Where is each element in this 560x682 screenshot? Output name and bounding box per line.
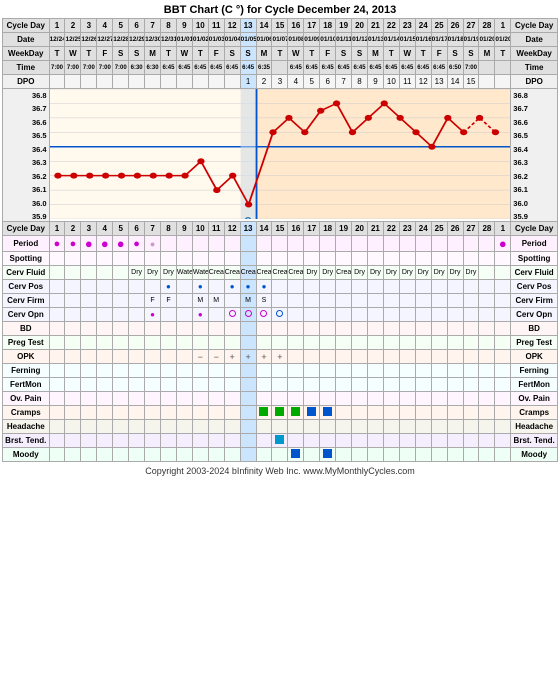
cerv-opn-row: Cerv Opn ● ● Cerv Opn [3, 308, 558, 322]
cerv-firm-row: Cerv Firm F F M M M S Cerv Firm [3, 294, 558, 308]
cerv-fluid-row: Cerv Fluid Dry Dry Dry Watery Watery Cre… [3, 266, 558, 280]
svg-text:OVULATION: OVULATION [243, 217, 253, 219]
temp-chart-row: 36.8 36.7 36.6 36.5 36.4 36.3 36.2 36.1 … [3, 89, 558, 222]
temp-chart-svg: OVULATION [50, 89, 511, 219]
cycle-day-row-bottom: Cycle Day 1234 5678 9101112 13 141516 17… [3, 222, 558, 236]
bbt-table: Cycle Day 1234 5678 9101112 13 141516 17… [2, 18, 558, 462]
time-row: Time 7:007:00 7:007:00 7:006:30 6:306:45… [3, 61, 558, 75]
copyright: Copyright 2003-2024 bInfinity Web Inc. w… [0, 462, 560, 480]
dpo-row: DPO 1 234 5678 9101112 131415 DPO [3, 75, 558, 89]
period-row: Period ● ● ● ● ● ● ● ● Period [3, 236, 558, 252]
ovpain-row: Ov. Pain Ov. Pain [3, 392, 558, 406]
chart-container: Cycle Day 1234 5678 9101112 13 141516 17… [0, 18, 560, 462]
cycle-day-label: Cycle Day [3, 19, 50, 33]
weekday-row: WeekDay TWTF SSMT WTFS S MTW TFSS MTWT F… [3, 47, 558, 61]
ferning-row: Ferning Ferning [3, 364, 558, 378]
cerv-pos-row: Cerv Pos ● ● ● ● ● Cerv Pos [3, 280, 558, 294]
bd-row: BD BD [3, 322, 558, 336]
page-title: BBT Chart (C °) for Cycle December 24, 2… [0, 0, 560, 18]
moody-row: Moody Moody [3, 448, 558, 462]
fertmon-row: FertMon FertMon [3, 378, 558, 392]
cycle-day-row: Cycle Day 1234 5678 9101112 13 141516 17… [3, 19, 558, 33]
date-row: Date 12/2412/25 12/2612/27 12/2812/29 12… [3, 33, 558, 47]
cramps-row: Cramps Cramps [3, 406, 558, 420]
preg-row: Preg Test Preg Test [3, 336, 558, 350]
brst-tend-row: Brst. Tend. Brst. Tend. [3, 434, 558, 448]
headache-row: Headache Headache [3, 420, 558, 434]
spotting-row: Spotting Spotting [3, 252, 558, 266]
opk-row: OPK − − + + + + OPK [3, 350, 558, 364]
